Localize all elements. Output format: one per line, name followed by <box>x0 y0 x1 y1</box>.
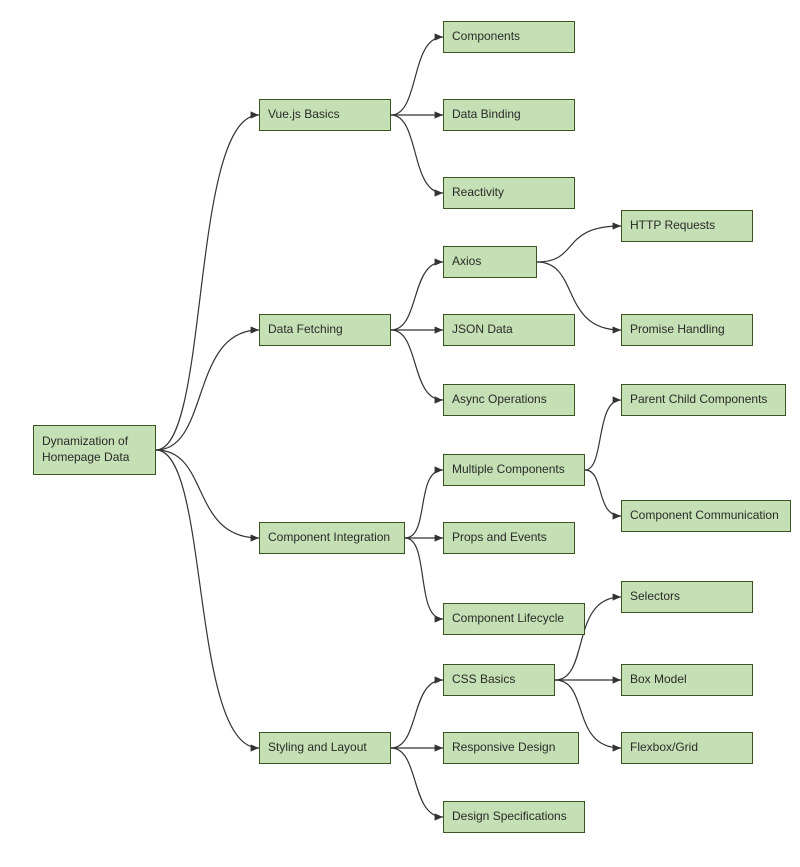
node-complife: Component Lifecycle <box>443 603 585 635</box>
node-parentchild: Parent Child Components <box>621 384 786 416</box>
node-datafetch: Data Fetching <box>259 314 391 346</box>
node-label: Parent Child Components <box>630 392 767 408</box>
node-label: Async Operations <box>452 392 547 408</box>
node-label: HTTP Requests <box>630 218 715 234</box>
node-label: Responsive Design <box>452 740 555 756</box>
node-label: Styling and Layout <box>268 740 367 756</box>
node-designspec: Design Specifications <box>443 801 585 833</box>
node-axios: Axios <box>443 246 537 278</box>
node-flexgrid: Flexbox/Grid <box>621 732 753 764</box>
node-propsevt: Props and Events <box>443 522 575 554</box>
node-json: JSON Data <box>443 314 575 346</box>
node-label: Flexbox/Grid <box>630 740 698 756</box>
node-compcomm: Component Communication <box>621 500 791 532</box>
node-boxmodel: Box Model <box>621 664 753 696</box>
node-label: Component Lifecycle <box>452 611 564 627</box>
node-label: Axios <box>452 254 481 270</box>
node-httpreq: HTTP Requests <box>621 210 753 242</box>
node-root: Dynamization ofHomepage Data <box>33 425 156 475</box>
node-label: Multiple Components <box>452 462 565 478</box>
node-vue: Vue.js Basics <box>259 99 391 131</box>
node-label: Promise Handling <box>630 322 725 338</box>
node-label: Data Binding <box>452 107 521 123</box>
node-label: Dynamization ofHomepage Data <box>42 434 129 465</box>
node-label: Data Fetching <box>268 322 343 338</box>
node-promise: Promise Handling <box>621 314 753 346</box>
node-label: Box Model <box>630 672 687 688</box>
node-components: Components <box>443 21 575 53</box>
node-reactivity: Reactivity <box>443 177 575 209</box>
node-label: JSON Data <box>452 322 513 338</box>
node-label: Reactivity <box>452 185 504 201</box>
node-respdesign: Responsive Design <box>443 732 579 764</box>
node-label: Vue.js Basics <box>268 107 340 123</box>
node-label: Component Integration <box>268 530 390 546</box>
node-cssbasics: CSS Basics <box>443 664 555 696</box>
node-label: Components <box>452 29 520 45</box>
diagram-canvas: Dynamization ofHomepage Data Vue.js Basi… <box>0 0 800 867</box>
node-databind: Data Binding <box>443 99 575 131</box>
node-styling: Styling and Layout <box>259 732 391 764</box>
node-selectors: Selectors <box>621 581 753 613</box>
node-label: Selectors <box>630 589 680 605</box>
node-label: Design Specifications <box>452 809 567 825</box>
node-multicomp: Multiple Components <box>443 454 585 486</box>
node-label: Component Communication <box>630 508 779 524</box>
node-label: CSS Basics <box>452 672 515 688</box>
node-async: Async Operations <box>443 384 575 416</box>
node-label: Props and Events <box>452 530 547 546</box>
node-compint: Component Integration <box>259 522 405 554</box>
